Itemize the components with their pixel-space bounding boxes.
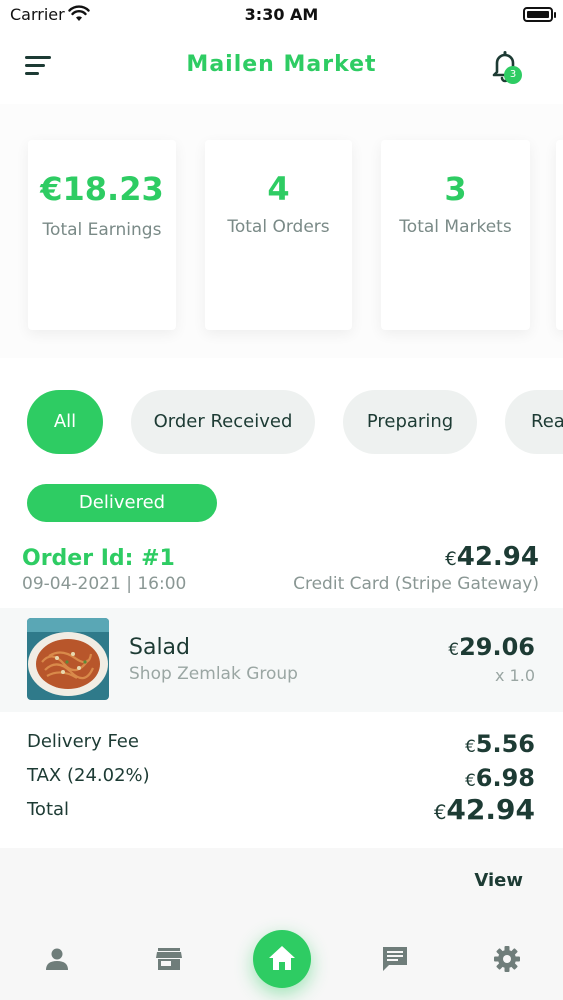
home-icon xyxy=(269,946,295,970)
total-label: Total xyxy=(27,799,70,820)
order-id: Order Id: #1 xyxy=(22,546,175,571)
item-shop: Shop Zemlak Group xyxy=(129,664,298,684)
tax-amount: 6.98 xyxy=(475,764,535,792)
order-date: 09-04-2021 | 16:00 xyxy=(22,574,187,594)
stat-value: 3 xyxy=(444,170,467,208)
battery-icon xyxy=(523,7,556,22)
currency-symbol: € xyxy=(465,770,476,790)
filter-chip-all[interactable]: All xyxy=(27,390,103,454)
order-filters: All Order Received Preparing Ready Deliv… xyxy=(0,358,563,538)
stat-card-markets: 3 Total Markets xyxy=(381,140,530,330)
tax-label: TAX (24.02%) xyxy=(27,765,150,786)
stat-value: €18.23 xyxy=(40,170,164,208)
app-header: Mailen Market 3 xyxy=(0,30,563,104)
tax-value: €6.98 xyxy=(465,764,535,792)
filter-chip-order-received[interactable]: Order Received xyxy=(131,390,315,454)
status-time: 3:30 AM xyxy=(244,5,319,24)
stat-card-orders: 4 Total Orders xyxy=(205,140,352,330)
item-price: €29.06 xyxy=(448,633,535,661)
person-icon[interactable] xyxy=(42,944,72,974)
chat-icon[interactable] xyxy=(380,944,410,974)
delivery-fee-value: €5.56 xyxy=(465,730,535,758)
filter-chip-preparing[interactable]: Preparing xyxy=(343,390,477,454)
item-price-amount: 29.06 xyxy=(459,633,535,661)
stat-card-earnings: €18.23 Total Earnings xyxy=(28,140,176,330)
bottom-nav xyxy=(0,924,563,1000)
view-order-link[interactable]: View xyxy=(474,870,523,891)
order-total: €42.94 xyxy=(445,542,539,572)
stat-label: Total Earnings xyxy=(42,220,162,240)
settings-icon[interactable] xyxy=(492,944,522,974)
delivery-fee-label: Delivery Fee xyxy=(27,731,139,752)
food-image xyxy=(27,618,109,700)
total-value: €42.94 xyxy=(434,793,535,826)
app-title: Mailen Market xyxy=(186,52,377,77)
item-quantity: x 1.0 xyxy=(495,666,535,685)
currency-symbol: € xyxy=(433,801,447,824)
currency-symbol: € xyxy=(465,736,476,756)
status-bar: Carrier 3:30 AM xyxy=(0,0,563,30)
stat-value: 4 xyxy=(267,170,290,208)
stat-card-partial xyxy=(556,140,563,330)
store-icon[interactable] xyxy=(154,944,184,974)
home-button[interactable] xyxy=(253,930,311,988)
stats-section: €18.23 Total Earnings 4 Total Orders 3 T… xyxy=(0,104,563,358)
order-item[interactable]: Salad Shop Zemlak Group €29.06 x 1.0 xyxy=(0,608,563,712)
currency-symbol: € xyxy=(448,639,460,659)
payment-method: Credit Card (Stripe Gateway) xyxy=(293,574,539,594)
status-chip-delivered[interactable]: Delivered xyxy=(27,484,217,522)
filter-chip-ready[interactable]: Ready xyxy=(505,390,563,454)
order-card[interactable]: Order Id: #1 09-04-2021 | 16:00 €42.94 C… xyxy=(0,538,563,848)
delivery-fee-amount: 5.56 xyxy=(475,730,535,758)
item-name: Salad xyxy=(129,635,191,660)
stat-label: Total Markets xyxy=(399,217,512,237)
currency-symbol: € xyxy=(445,549,457,570)
order-total-amount: 42.94 xyxy=(456,542,539,572)
stat-label: Total Orders xyxy=(227,217,330,237)
notification-badge: 3 xyxy=(504,66,522,84)
total-amount: 42.94 xyxy=(446,793,535,826)
